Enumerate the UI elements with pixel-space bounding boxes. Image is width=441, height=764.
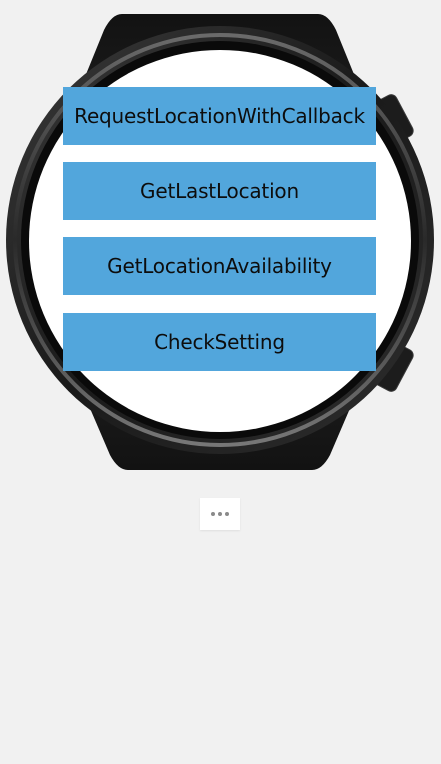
more-options-button[interactable] [200, 498, 240, 530]
get-last-location-button[interactable]: GetLastLocation [63, 162, 376, 220]
more-horizontal-icon [210, 512, 231, 516]
request-location-with-callback-button[interactable]: RequestLocationWithCallback [63, 87, 376, 145]
get-location-availability-button[interactable]: GetLocationAvailability [63, 237, 376, 295]
check-setting-button[interactable]: CheckSetting [63, 313, 376, 371]
device-preview: RequestLocationWithCallback GetLastLocat… [0, 0, 441, 764]
